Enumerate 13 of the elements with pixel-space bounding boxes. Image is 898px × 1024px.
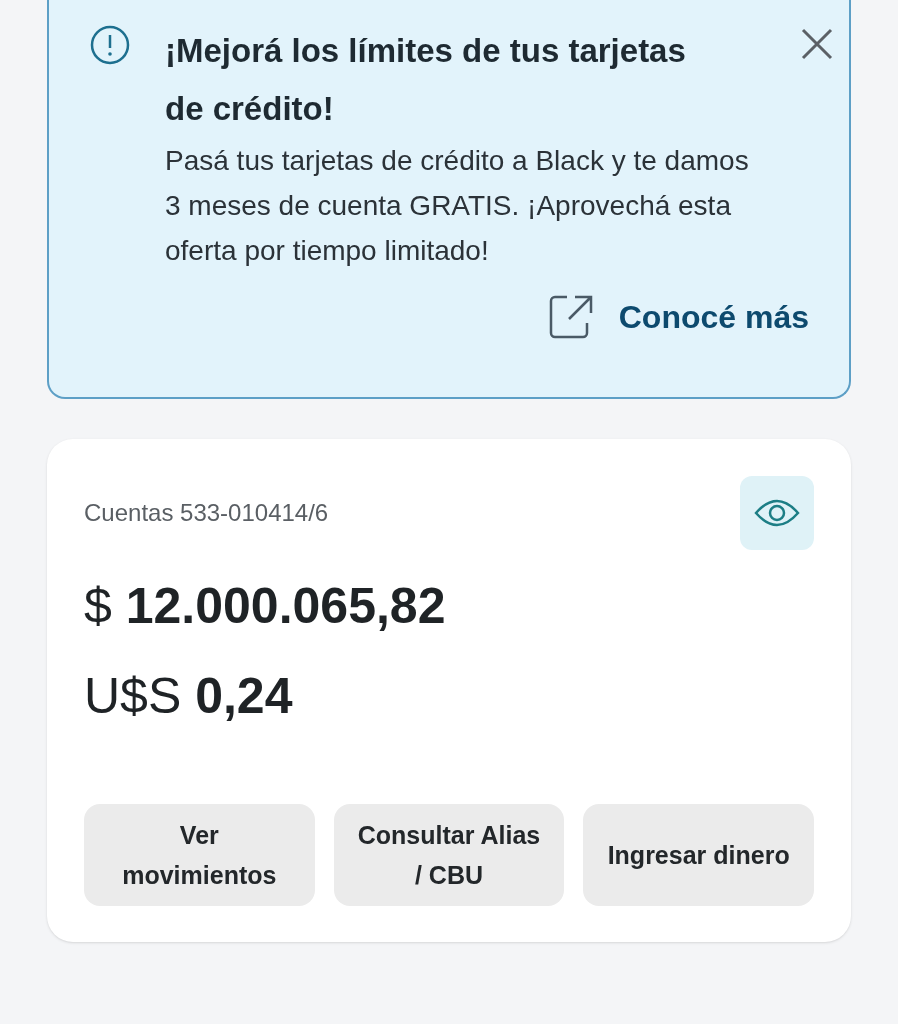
balance-amount: U$S 0,24 [84, 667, 294, 726]
action-button[interactable]: Consultar Alias / CBU [333, 804, 565, 906]
banner-body: Pasá tus tarjetas de crédito a Black y te damos 3 meses de cuenta GRATIS. ¡Aprovechá esta oferta por tiempo limitado! [165, 144, 750, 268]
action-button[interactable]: Ver movimientos [84, 804, 315, 906]
eye-icon [754, 498, 800, 528]
account-label: Cuentas 533-010414/6 [84, 498, 329, 528]
visibility-button[interactable] [740, 476, 814, 550]
balance-amount: $ 12.000.065,82 [84, 577, 447, 636]
info-icon [89, 24, 131, 66]
learn-more-link[interactable]: Conocé más [546, 293, 809, 341]
action-button[interactable]: Ingresar dinero [583, 804, 814, 906]
close-icon[interactable] [799, 26, 835, 62]
banner-title: ¡Mejorá los límites de tus tarjetas de crédito! [165, 31, 687, 129]
